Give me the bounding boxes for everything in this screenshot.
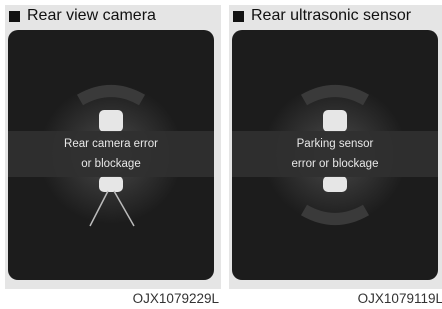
- panel-title: Rear view camera: [27, 7, 156, 24]
- rear-ultrasonic-sensor-panel: Rear ultrasonic sensor Parking sensor er…: [229, 0, 442, 309]
- figure-code: OJX1079229L: [132, 291, 219, 306]
- square-bullet-icon: [233, 10, 244, 22]
- car-front-icon: [323, 110, 347, 132]
- message-line-1: Rear camera error: [64, 138, 158, 150]
- panel-title: Rear ultrasonic sensor: [251, 7, 412, 24]
- warning-message: Parking sensor error or blockage: [232, 134, 438, 174]
- square-bullet-icon: [9, 10, 20, 22]
- message-line-2: or blockage: [81, 158, 141, 170]
- panel-header: Rear ultrasonic sensor: [229, 5, 442, 27]
- car-rear-icon: [323, 176, 347, 192]
- warning-message: Rear camera error or blockage: [8, 134, 214, 174]
- car-rear-icon: [99, 176, 123, 192]
- display-screen: Parking sensor error or blockage: [232, 30, 438, 280]
- panel-header: Rear view camera: [5, 5, 221, 27]
- rear-view-camera-panel: Rear view camera Rear camera error or bl…: [5, 0, 221, 309]
- message-line-1: Parking sensor: [296, 138, 374, 150]
- figure-code: OJX1079119L: [357, 291, 442, 306]
- car-front-icon: [99, 110, 123, 132]
- display-screen: Rear camera error or blockage: [8, 30, 214, 280]
- message-line-2: error or blockage: [291, 158, 379, 170]
